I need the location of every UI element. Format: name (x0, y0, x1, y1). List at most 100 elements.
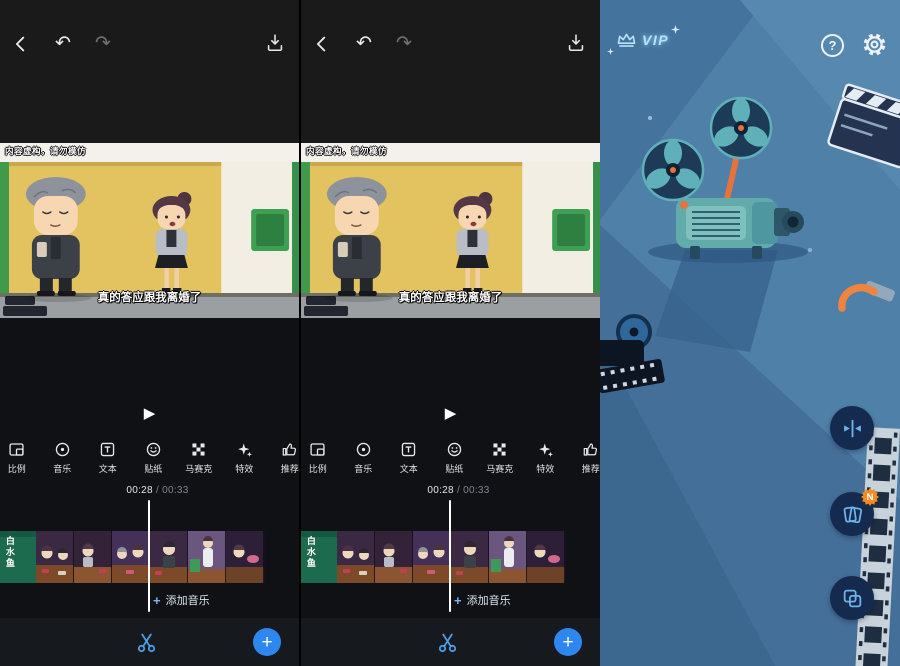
undo-button[interactable]: ↶ (351, 30, 377, 56)
video-editor-panel: ↶ ↷ (0, 0, 299, 666)
redo-button[interactable]: ↷ (391, 30, 417, 56)
music-disc-icon (54, 441, 71, 458)
caption-subtitle: 真的答应跟我离婚了 (301, 289, 600, 305)
video-preview[interactable]: 内容虚构，请勿模仿 真的答应跟我离婚了 (301, 143, 600, 318)
home-panel: VIP ? N (600, 0, 900, 666)
cut-button[interactable] (435, 630, 460, 655)
effects-icon (537, 441, 554, 458)
redo-button[interactable]: ↷ (90, 30, 116, 56)
plus-icon: + (454, 594, 462, 607)
editor-topbar: ↶ ↷ (301, 0, 600, 90)
clip-label: 白水鱼 (305, 536, 315, 569)
timeline-thumbnails (0, 531, 265, 583)
tool-ratio[interactable]: 比例 (0, 438, 40, 484)
video-preview[interactable]: 内容虚构，请勿模仿 真的答应跟我离婚了 (0, 143, 299, 318)
timeline-thumbnails (301, 531, 566, 583)
music-disc-icon (355, 441, 372, 458)
caption-subtitle: 真的答应跟我离婚了 (0, 289, 299, 305)
play-icon: ▶ (445, 405, 457, 422)
text-icon (99, 441, 116, 458)
cut-button[interactable] (134, 630, 159, 655)
watermark-badge (3, 306, 47, 316)
tool-effects[interactable]: 特效 (222, 438, 268, 484)
add-clip-button[interactable]: + (253, 628, 281, 656)
back-chevron-icon (311, 33, 333, 55)
templates-cards-icon (841, 503, 864, 526)
templates-button[interactable]: N (830, 492, 874, 536)
playhead[interactable] (449, 500, 451, 612)
editor-toolbar: 比例 音乐 文本 贴纸 马赛克 特效 (0, 438, 299, 484)
plus-icon: + (261, 632, 272, 653)
caption-disclaimer: 内容虚构，请勿模仿 (5, 145, 86, 157)
vip-label: VIP (642, 32, 669, 48)
add-music-button[interactable]: + 添加音乐 (153, 590, 210, 610)
vip-badge[interactable]: VIP (616, 32, 669, 48)
redo-icon: ↷ (396, 34, 412, 53)
scissors-icon (435, 630, 460, 655)
clip-label: 白水鱼 (4, 536, 14, 569)
export-download-icon (565, 32, 587, 54)
recommend-icon (281, 441, 298, 458)
export-button[interactable] (262, 30, 288, 56)
add-music-label: 添加音乐 (166, 592, 210, 608)
editor-topbar: ↶ ↷ (0, 0, 299, 90)
export-download-icon (264, 32, 286, 54)
tool-sticker[interactable]: 贴纸 (432, 438, 478, 484)
add-music-label: 添加音乐 (467, 592, 511, 608)
total-time: 00:33 (162, 485, 189, 496)
sticker-icon (446, 441, 463, 458)
mosaic-icon (491, 441, 508, 458)
undo-icon: ↶ (356, 34, 372, 53)
ratio-icon (309, 441, 326, 458)
add-clip-button[interactable]: + (554, 628, 582, 656)
tool-text[interactable]: 文本 (386, 438, 432, 484)
ratio-icon (8, 441, 25, 458)
play-button[interactable]: ▶ (144, 406, 156, 421)
help-button[interactable]: ? (821, 34, 844, 57)
tool-music[interactable]: 音乐 (341, 438, 387, 484)
collage-button[interactable] (830, 576, 874, 620)
sparkle-icon (607, 48, 614, 55)
settings-button[interactable] (861, 32, 887, 58)
plus-icon: + (153, 594, 161, 607)
gear-icon (862, 32, 887, 57)
tool-sticker[interactable]: 贴纸 (131, 438, 177, 484)
undo-icon: ↶ (55, 34, 71, 53)
back-button[interactable] (8, 31, 34, 57)
plus-icon: + (562, 632, 573, 653)
timecode: 00:28 / 00:33 (0, 485, 299, 496)
total-time: 00:33 (463, 485, 490, 496)
tool-mosaic[interactable]: 马赛克 (176, 438, 222, 484)
play-button[interactable]: ▶ (445, 406, 457, 421)
trim-tool-button[interactable] (830, 406, 874, 450)
text-icon (400, 441, 417, 458)
tool-recommend[interactable]: 推荐 (267, 438, 299, 484)
collage-gallery-icon (841, 587, 864, 610)
trim-split-icon (841, 417, 864, 440)
tool-text[interactable]: 文本 (85, 438, 131, 484)
mosaic-icon (190, 441, 207, 458)
scissors-icon (134, 630, 159, 655)
tool-recommend[interactable]: 推荐 (568, 438, 600, 484)
add-music-button[interactable]: + 添加音乐 (454, 590, 511, 610)
watermark-badge (306, 296, 336, 305)
timeline-track[interactable]: 白水鱼 (0, 531, 265, 583)
tool-ratio[interactable]: 比例 (301, 438, 341, 484)
timeline-track[interactable]: 白水鱼 (301, 531, 566, 583)
export-button[interactable] (563, 30, 589, 56)
undo-button[interactable]: ↶ (50, 30, 76, 56)
tool-mosaic[interactable]: 马赛克 (477, 438, 523, 484)
tool-effects[interactable]: 特效 (523, 438, 569, 484)
back-button[interactable] (309, 31, 335, 57)
playhead[interactable] (148, 500, 150, 612)
crown-icon (616, 32, 637, 48)
timecode: 00:28 / 00:33 (301, 485, 600, 496)
watermark-badge (5, 296, 35, 305)
home-illustration (600, 0, 900, 666)
play-icon: ▶ (144, 405, 156, 422)
sticker-icon (145, 441, 162, 458)
video-editor-panel: ↶ ↷ (301, 0, 600, 666)
watermark-badge (304, 306, 348, 316)
tool-music[interactable]: 音乐 (40, 438, 86, 484)
current-time: 00:28 (126, 485, 153, 496)
